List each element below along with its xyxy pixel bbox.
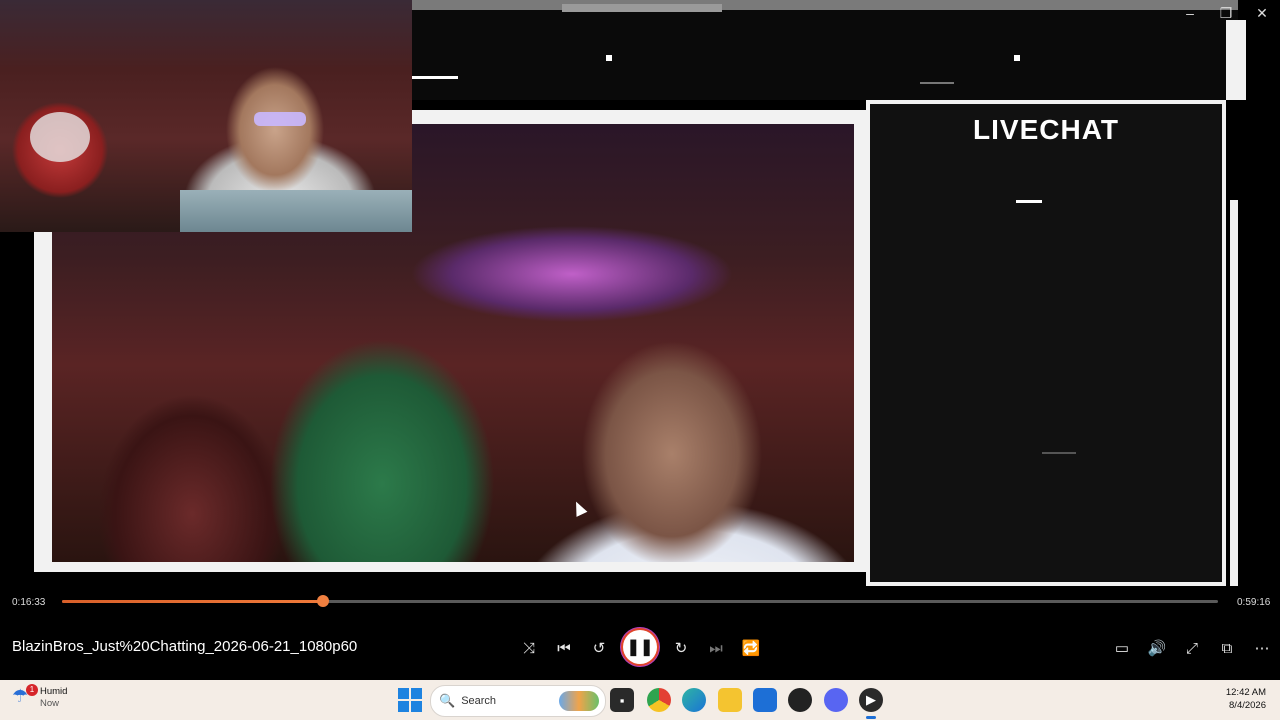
- discord-icon[interactable]: [824, 688, 848, 712]
- player-controls: 0:16:33 0:59:16 BlazinBros_Just%20Chatti…: [0, 586, 1280, 680]
- livechat-title: LIVECHAT: [973, 114, 1119, 145]
- overlay-deco: [920, 82, 954, 84]
- more-options-icon[interactable]: ⋯: [1250, 636, 1274, 660]
- notification-badge: 1: [26, 684, 38, 696]
- media-player: LIVECHAT – ❐ ✕ 0:16:33 0:59:16 BlazinBro…: [0, 0, 1280, 680]
- monitor-detail: [180, 190, 412, 232]
- overlay-edge: [1226, 20, 1246, 100]
- total-duration: 0:59:16: [1237, 597, 1271, 608]
- rewind-10-icon[interactable]: ↺: [587, 636, 611, 660]
- forward-30-icon[interactable]: ↻: [669, 636, 693, 660]
- overlay-top-bar: [412, 0, 1238, 10]
- livechat-panel: LIVECHAT: [866, 100, 1226, 586]
- task-view-icon[interactable]: ▪: [610, 688, 634, 712]
- pause-button[interactable]: ❚❚: [623, 630, 657, 664]
- chrome-icon[interactable]: [647, 688, 671, 712]
- restore-button[interactable]: ❐: [1208, 0, 1244, 26]
- repeat-icon[interactable]: 🔁: [739, 636, 763, 660]
- windows-icon[interactable]: [398, 688, 422, 712]
- search-icon: 🔍: [439, 693, 456, 708]
- pause-icon: ❚❚: [626, 639, 654, 656]
- clock-time: 12:42 AM: [1225, 687, 1266, 698]
- subtitles-icon[interactable]: ▭: [1110, 636, 1134, 660]
- active-app-indicator: [866, 716, 876, 719]
- livechat-deco: [1042, 452, 1076, 454]
- shuffle-icon[interactable]: ⤨: [517, 636, 541, 660]
- clock-date: 8/4/2026: [1229, 700, 1266, 711]
- weather-icon: ☂ 1: [12, 684, 38, 710]
- app-icon[interactable]: [788, 688, 812, 712]
- livechat-body: LIVECHAT: [870, 104, 1222, 582]
- edge-icon[interactable]: [682, 688, 706, 712]
- seek-bar-progress: [62, 600, 323, 603]
- weather-label: Humid: [40, 686, 68, 697]
- search-label: Search: [461, 695, 497, 707]
- taskbar: ☂ 1 Humid Now 🔍 Search ▪ ▶ 12:42 AM 8/4/…: [0, 680, 1280, 720]
- overlay-deco: [412, 76, 458, 79]
- microsoft-store-icon[interactable]: [753, 688, 777, 712]
- seek-thumb[interactable]: [316, 595, 329, 607]
- media-title: BlazinBros_Just%20Chatting_2026-06-21_10…: [12, 638, 358, 655]
- file-explorer-icon[interactable]: [718, 688, 742, 712]
- livechat-deco: [1016, 200, 1042, 203]
- overlay-deco: [606, 55, 612, 61]
- search-highlight-icon: [559, 691, 599, 711]
- next-icon[interactable]: ⏭: [704, 636, 728, 660]
- overlay-deco: [1014, 55, 1020, 61]
- hub-logo-icon: [30, 112, 90, 162]
- mouse-cursor-icon: [570, 499, 588, 517]
- volume-icon[interactable]: 🔊: [1145, 636, 1169, 660]
- overlay-top-panel: [412, 0, 1238, 100]
- fullscreen-icon[interactable]: ⤢: [1180, 636, 1204, 660]
- minimize-button[interactable]: –: [1172, 0, 1208, 26]
- system-clock[interactable]: 12:42 AM 8/4/2026: [1226, 686, 1266, 712]
- weather-text: Humid Now: [40, 686, 67, 710]
- seek-bar[interactable]: [62, 595, 1218, 607]
- weather-sub: Now: [40, 698, 60, 709]
- overlay-top-bar-accent: [562, 4, 722, 12]
- close-button[interactable]: ✕: [1244, 0, 1280, 26]
- elapsed-time: 0:16:33: [12, 597, 46, 608]
- previous-icon[interactable]: ⏮: [552, 636, 576, 660]
- window-controls: – ❐ ✕: [1172, 0, 1280, 26]
- taskbar-search[interactable]: 🔍 Search: [430, 685, 606, 717]
- miniplayer-icon[interactable]: ⧉: [1215, 636, 1239, 660]
- weather-widget[interactable]: ☂ 1 Humid Now: [12, 684, 67, 710]
- glasses-detail: [254, 112, 306, 126]
- streamer-webcam-feed: [0, 0, 412, 232]
- overlay-edge: [1230, 200, 1238, 586]
- media-player-icon[interactable]: ▶: [859, 688, 883, 712]
